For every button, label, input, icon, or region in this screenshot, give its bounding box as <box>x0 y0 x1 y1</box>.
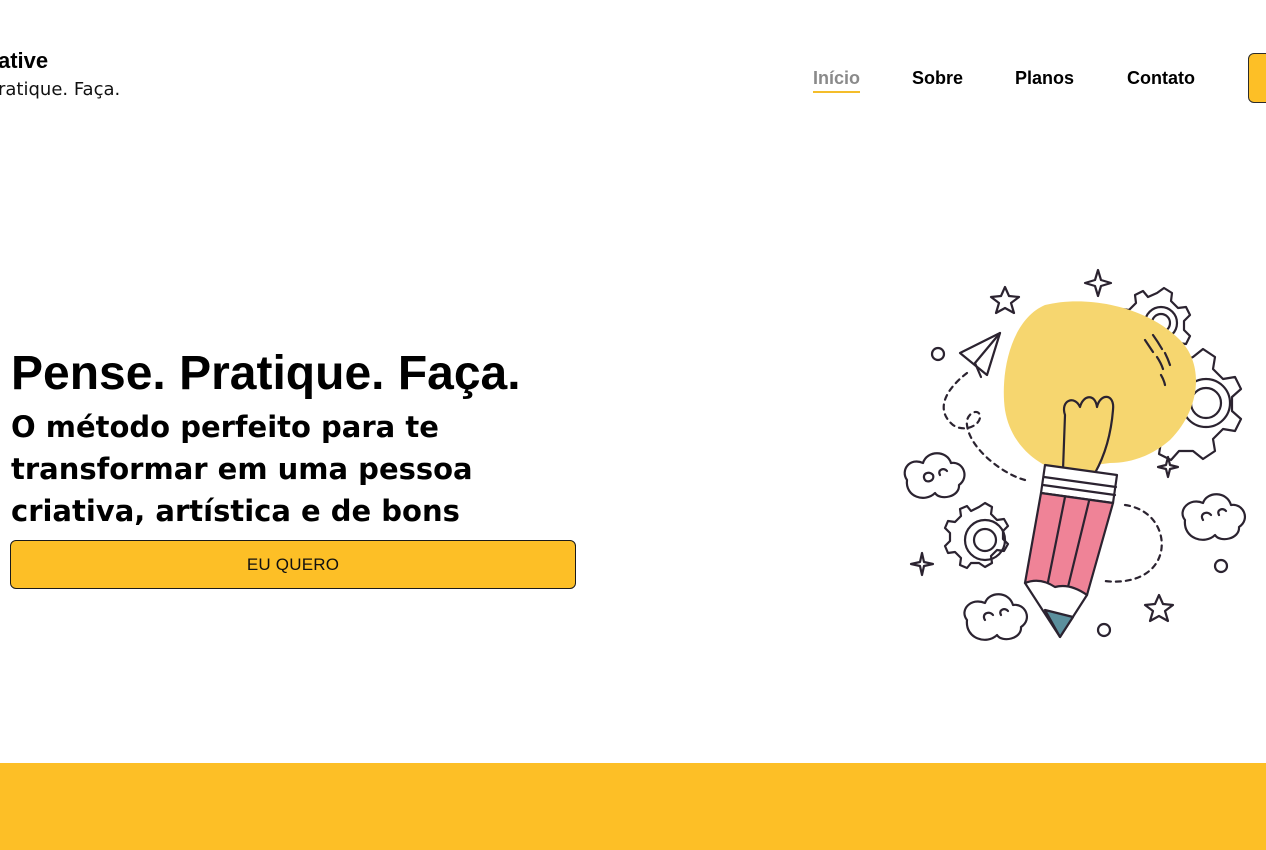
brand-tagline: ratique. Faça. <box>0 79 121 100</box>
nav-cta-button[interactable] <box>1248 53 1266 103</box>
dot-icon <box>930 346 946 362</box>
sparkle-icon <box>1156 455 1180 479</box>
cloud-icon <box>1181 493 1247 541</box>
star-icon <box>989 285 1021 315</box>
footer-band <box>0 763 1266 850</box>
gear-icon <box>943 501 1010 570</box>
nav-item-planos[interactable]: Planos <box>1015 64 1074 92</box>
paper-plane-icon <box>958 331 1002 379</box>
cloud-icon <box>963 593 1029 641</box>
lightbulb-pencil-icon <box>895 265 1260 650</box>
star-icon <box>1143 593 1175 623</box>
nav-item-inicio[interactable]: Início <box>813 64 861 93</box>
dot-icon <box>1096 622 1112 638</box>
dot-icon <box>1213 558 1229 574</box>
nav-item-contato[interactable]: Contato <box>1127 64 1195 92</box>
brand-name: ative <box>0 48 49 73</box>
nav-item-sobre[interactable]: Sobre <box>912 64 963 92</box>
cloud-icon <box>903 452 966 499</box>
sparkle-icon <box>1083 268 1113 298</box>
hero-title: Pense. Pratique. Faça. <box>11 347 521 400</box>
eu-quero-button[interactable]: EU QUERO <box>10 540 576 589</box>
sparkle-icon <box>909 551 935 577</box>
